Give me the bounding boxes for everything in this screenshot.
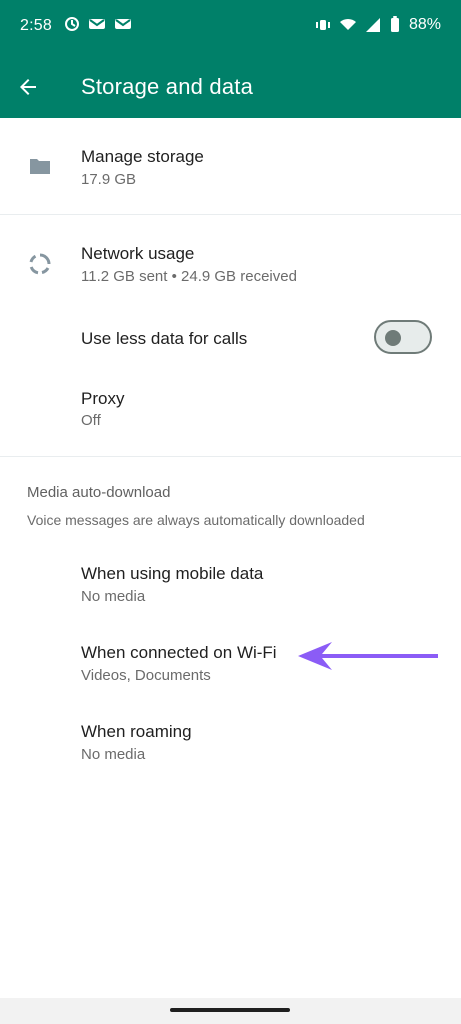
divider xyxy=(0,456,461,457)
use-less-data-toggle[interactable] xyxy=(374,320,432,354)
battery-icon xyxy=(390,16,399,32)
manage-storage-row[interactable]: Manage storage 17.9 GB xyxy=(0,140,461,214)
page-title: Storage and data xyxy=(81,74,254,99)
status-icons-left xyxy=(64,16,132,32)
network-usage-summary: 11.2 GB sent • 24.9 GB received xyxy=(81,268,297,285)
signal-icon xyxy=(365,18,380,32)
proxy-row[interactable]: Proxy Off xyxy=(0,382,461,446)
media-wifi-title: When connected on Wi-Fi xyxy=(81,643,277,662)
toggle-knob xyxy=(385,330,401,346)
gesture-nav-pill[interactable] xyxy=(170,1008,290,1012)
section-header-media-auto-download: Media auto-download xyxy=(27,484,171,501)
status-time: 2:58 xyxy=(20,17,52,34)
use-less-data-title: Use less data for calls xyxy=(81,329,248,348)
media-wifi-subtitle: Videos, Documents xyxy=(81,667,211,684)
proxy-title: Proxy xyxy=(81,389,125,408)
network-usage-row[interactable]: Network usage 11.2 GB sent • 24.9 GB rec… xyxy=(0,236,461,306)
status-icons-right: 88% xyxy=(315,16,441,34)
media-mobile-data-row[interactable]: When using mobile data No media xyxy=(0,556,461,620)
media-roaming-title: When roaming xyxy=(81,722,192,741)
battery-percent: 88% xyxy=(408,16,441,33)
status-bar: 2:58 88% xyxy=(0,0,461,56)
media-roaming-row[interactable]: When roaming No media xyxy=(0,714,461,778)
app-bar: Storage and data xyxy=(0,56,461,118)
proxy-status: Off xyxy=(81,412,101,429)
media-mobile-data-title: When using mobile data xyxy=(81,564,264,583)
vibrate-icon xyxy=(315,20,330,30)
manage-storage-size: 17.9 GB xyxy=(81,171,137,188)
annotation-arrow-icon xyxy=(298,642,438,670)
manage-storage-title: Manage storage xyxy=(81,147,204,166)
media-roaming-subtitle: No media xyxy=(81,746,146,763)
section-note: Voice messages are always automatically … xyxy=(27,512,365,528)
clock-icon xyxy=(65,17,79,31)
wifi-icon xyxy=(339,18,356,30)
media-mobile-data-subtitle: No media xyxy=(81,588,146,605)
email-icon xyxy=(89,19,105,29)
back-arrow-icon[interactable] xyxy=(16,75,40,99)
divider xyxy=(0,214,461,215)
email-icon-2 xyxy=(115,19,131,29)
network-usage-title: Network usage xyxy=(81,244,195,263)
